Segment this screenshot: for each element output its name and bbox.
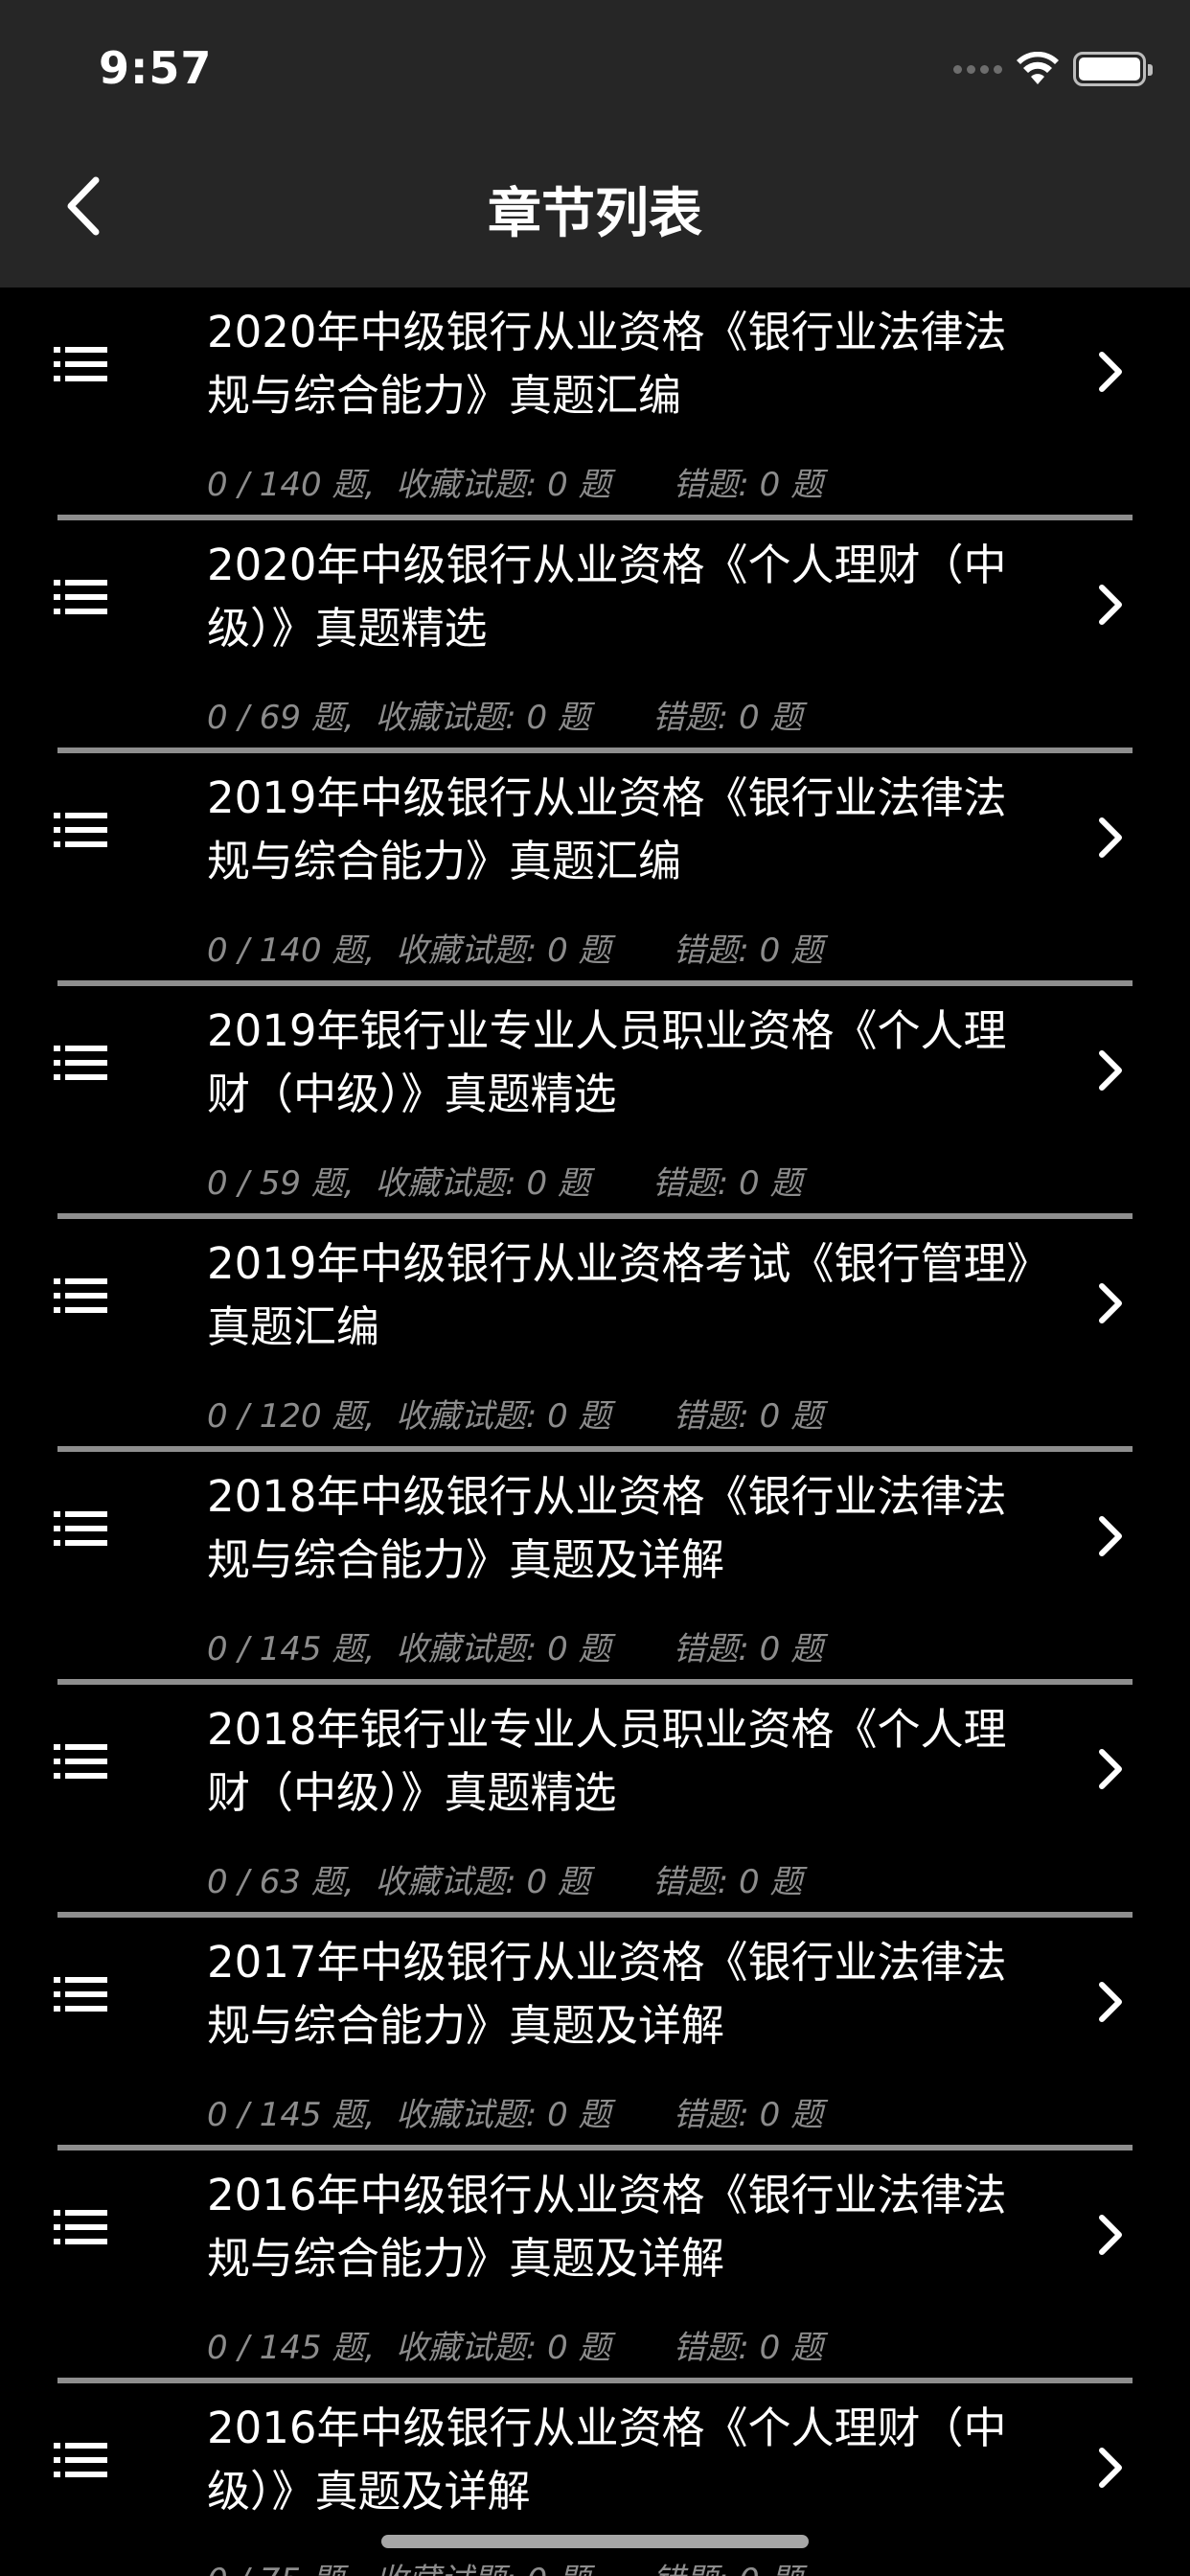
favorites-count: 收藏试题: 0 题 (375, 699, 590, 737)
chevron-right-icon (1099, 817, 1122, 858)
status-time: 9:57 (99, 42, 213, 94)
page-title: 章节列表 (488, 183, 702, 245)
chapter-title: 2016年中级银行从业资格《个人理财（中级）》真题及详解 (207, 2403, 1007, 2517)
list-icon (54, 2443, 107, 2477)
question-progress: 0 / 145 题, (207, 2329, 376, 2367)
wrong-count: 错题: 0 题 (673, 1397, 824, 1436)
question-progress: 0 / 140 题, (207, 466, 376, 504)
wrong-count: 错题: 0 题 (652, 1164, 803, 1203)
question-progress: 0 / 140 题, (207, 932, 376, 970)
chapter-title: 2020年中级银行从业资格《银行业法律法规与综合能力》真题汇编 (207, 307, 1007, 421)
chevron-right-icon (1099, 585, 1122, 625)
question-progress: 0 / 63 题, (207, 1863, 355, 1901)
list-icon (54, 1278, 107, 1313)
chapter-row[interactable]: 2018年中级银行从业资格《银行业法律法规与综合能力》真题及详解 0 / 145… (0, 1452, 1190, 1685)
list-icon (54, 1511, 107, 1546)
list-icon (54, 580, 107, 614)
favorites-count: 收藏试题: 0 题 (395, 932, 611, 970)
chapter-stats: 0 / 140 题, 收藏试题: 0 题 错题: 0 题 (207, 458, 823, 504)
favorites-count: 收藏试题: 0 题 (375, 2554, 590, 2576)
status-icons (953, 50, 1153, 88)
chapter-stats: 0 / 145 题, 收藏试题: 0 题 错题: 0 题 (207, 1622, 823, 1668)
chapter-list: 2020年中级银行从业资格《银行业法律法规与综合能力》真题汇编 0 / 140 … (0, 288, 1190, 2576)
chapter-title: 2020年中级银行从业资格《个人理财（中级）》真题精选 (207, 540, 1007, 654)
chevron-right-icon (1099, 1982, 1122, 2022)
battery-icon (1073, 52, 1153, 86)
wrong-count: 错题: 0 题 (652, 2554, 803, 2576)
chapter-stats: 0 / 140 题, 收藏试题: 0 题 错题: 0 题 (207, 924, 823, 970)
list-icon (54, 1977, 107, 2012)
chapter-title: 2019年中级银行从业资格《银行业法律法规与综合能力》真题汇编 (207, 772, 1007, 886)
chapter-stats: 0 / 59 题, 收藏试题: 0 题 错题: 0 题 (207, 1157, 802, 1203)
question-progress: 0 / 120 题, (207, 1397, 376, 1436)
favorites-count: 收藏试题: 0 题 (395, 466, 611, 504)
chapter-row[interactable]: 2017年中级银行从业资格《银行业法律法规与综合能力》真题及详解 0 / 145… (0, 1918, 1190, 2150)
list-icon (54, 1046, 107, 1080)
chapter-row[interactable]: 2020年中级银行从业资格《银行业法律法规与综合能力》真题汇编 0 / 140 … (0, 288, 1190, 520)
chapter-row[interactable]: 2016年中级银行从业资格《银行业法律法规与综合能力》真题及详解 0 / 145… (0, 2150, 1190, 2383)
chapter-stats: 0 / 120 题, 收藏试题: 0 题 错题: 0 题 (207, 1390, 823, 1436)
chapter-row[interactable]: 2019年中级银行从业资格《银行业法律法规与综合能力》真题汇编 0 / 140 … (0, 753, 1190, 986)
chapter-row[interactable]: 2019年银行业专业人员职业资格《个人理财（中级）》真题精选 0 / 59 题,… (0, 986, 1190, 1219)
chapter-title: 2019年中级银行从业资格考试《银行管理》真题汇编 (207, 1238, 1029, 1352)
wrong-count: 错题: 0 题 (652, 699, 803, 737)
chevron-right-icon (1099, 1516, 1122, 1556)
wifi-icon (1016, 52, 1060, 86)
chapter-stats: 0 / 145 题, 收藏试题: 0 题 错题: 0 题 (207, 2321, 823, 2367)
chapter-title: 2019年银行业专业人员职业资格《个人理财（中级）》真题精选 (207, 1005, 1007, 1119)
wrong-count: 错题: 0 题 (673, 932, 824, 970)
question-progress: 0 / 145 题, (207, 1630, 376, 1668)
chapter-title: 2016年中级银行从业资格《银行业法律法规与综合能力》真题及详解 (207, 2170, 1007, 2284)
chapter-stats: 0 / 75 题, 收藏试题: 0 题 错题: 0 题 (207, 2554, 802, 2576)
favorites-count: 收藏试题: 0 题 (375, 1863, 590, 1901)
chapter-title: 2018年银行业专业人员职业资格《个人理财（中级）》真题精选 (207, 1704, 1007, 1818)
question-progress: 0 / 75 题, (207, 2554, 355, 2576)
chapter-row[interactable]: 2019年中级银行从业资格考试《银行管理》真题汇编 0 / 120 题, 收藏试… (0, 1219, 1190, 1452)
wrong-count: 错题: 0 题 (673, 1630, 824, 1668)
chevron-right-icon (1099, 1050, 1122, 1091)
chapter-title: 2018年中级银行从业资格《银行业法律法规与综合能力》真题及详解 (207, 1471, 1007, 1585)
screen: 9:57 章节列表 2020年中级银行从业资格《银行业法律法规与综合能力》真题汇… (0, 0, 1190, 2576)
wrong-count: 错题: 0 题 (673, 2096, 824, 2134)
list-icon (54, 1744, 107, 1779)
favorites-count: 收藏试题: 0 题 (395, 1630, 611, 1668)
chevron-right-icon (1099, 2215, 1122, 2255)
chapter-stats: 0 / 63 题, 收藏试题: 0 题 错题: 0 题 (207, 1855, 802, 1901)
chapter-stats: 0 / 145 题, 收藏试题: 0 题 错题: 0 题 (207, 2088, 823, 2134)
favorites-count: 收藏试题: 0 题 (395, 1397, 611, 1436)
list-icon (54, 813, 107, 847)
favorites-count: 收藏试题: 0 题 (395, 2329, 611, 2367)
favorites-count: 收藏试题: 0 题 (375, 1164, 590, 1203)
chapter-title: 2017年中级银行从业资格《银行业法律法规与综合能力》真题及详解 (207, 1937, 1007, 2051)
question-progress: 0 / 69 题, (207, 699, 355, 737)
chapter-row[interactable]: 2018年银行业专业人员职业资格《个人理财（中级）》真题精选 0 / 63 题,… (0, 1685, 1190, 1918)
chapter-stats: 0 / 69 题, 收藏试题: 0 题 错题: 0 题 (207, 691, 802, 737)
navigation-bar: 9:57 章节列表 (0, 0, 1190, 288)
chevron-right-icon (1099, 352, 1122, 392)
home-indicator[interactable] (381, 2535, 809, 2548)
question-progress: 0 / 59 题, (207, 1164, 355, 1203)
list-icon (54, 347, 107, 381)
wrong-count: 错题: 0 题 (652, 1863, 803, 1901)
list-icon (54, 2210, 107, 2244)
cellular-signal-icon (953, 64, 1002, 74)
chapter-row[interactable]: 2020年中级银行从业资格《个人理财（中级）》真题精选 0 / 69 题, 收藏… (0, 520, 1190, 753)
wrong-count: 错题: 0 题 (673, 466, 824, 504)
chevron-right-icon (1099, 1749, 1122, 1789)
chevron-right-icon (1099, 2448, 1122, 2488)
question-progress: 0 / 145 题, (207, 2096, 376, 2134)
favorites-count: 收藏试题: 0 题 (395, 2096, 611, 2134)
chevron-right-icon (1099, 1283, 1122, 1323)
wrong-count: 错题: 0 题 (673, 2329, 824, 2367)
